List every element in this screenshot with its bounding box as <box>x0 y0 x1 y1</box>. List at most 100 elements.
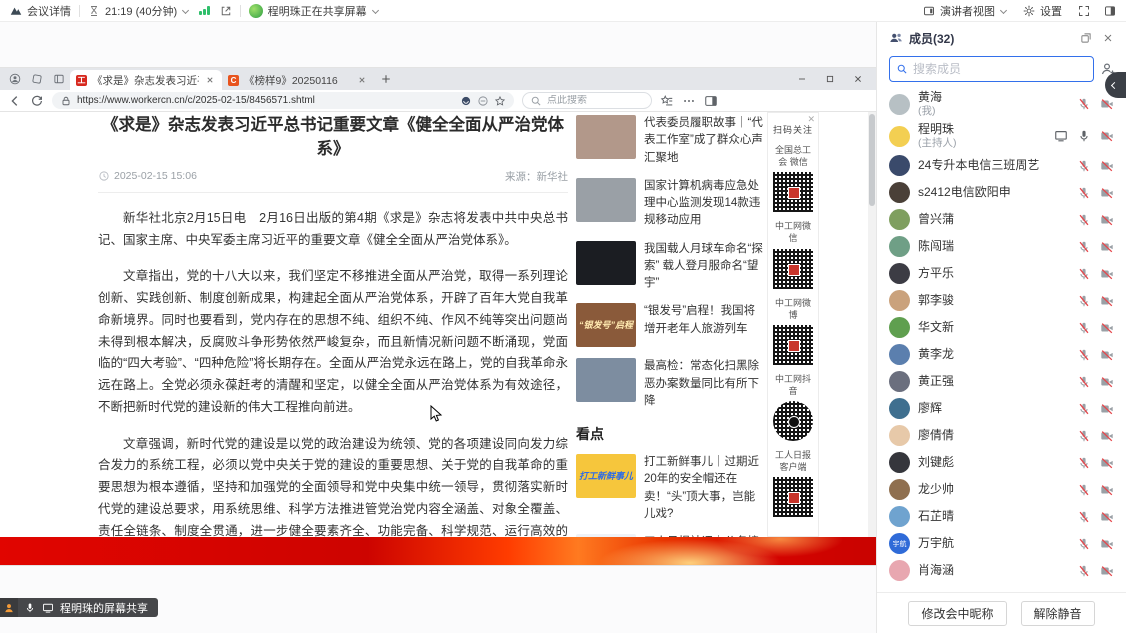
camera-off-icon[interactable] <box>1100 186 1114 200</box>
highlight-title[interactable]: 打工新鲜事儿｜过期近20年的安全帽还在卖！“头”顶大事，岂能儿戏? <box>644 454 763 523</box>
member-row[interactable]: 24专升本电信三班周艺 <box>877 152 1126 179</box>
highlight-item[interactable]: 社评 工人日报社评｜公务接待“扫码用餐”，期待新举措释放多重效应 <box>576 534 763 537</box>
camera-off-icon[interactable] <box>1100 267 1114 281</box>
news-item[interactable]: 国家计算机病毒应急处理中心监测发现14款违规移动应用 <box>576 178 763 230</box>
member-row[interactable]: 廖倩倩 <box>877 422 1126 449</box>
member-search-input[interactable] <box>913 62 1087 76</box>
member-row[interactable]: 廖辉 <box>877 395 1126 422</box>
member-row[interactable]: 陈闯瑞 <box>877 233 1126 260</box>
camera-off-icon[interactable] <box>1100 97 1114 111</box>
collections-icon[interactable] <box>660 94 674 108</box>
tab-close-icon[interactable] <box>204 74 216 86</box>
view-mode-selector[interactable]: 演讲者视图 <box>923 3 1007 19</box>
camera-off-icon[interactable] <box>1100 429 1114 443</box>
news-title[interactable]: 代表委员履职故事｜“代表工作室”成了群众心声汇聚地 <box>644 115 763 167</box>
mic-muted-icon[interactable] <box>1077 456 1091 470</box>
camera-off-icon[interactable] <box>1100 375 1114 389</box>
camera-off-icon[interactable] <box>1100 240 1114 254</box>
mic-muted-icon[interactable] <box>1077 429 1091 443</box>
browser-tab[interactable]: C 《榜样9》20250116 <box>222 70 374 90</box>
camera-off-icon[interactable] <box>1100 348 1114 362</box>
member-row[interactable]: 华文新 <box>877 314 1126 341</box>
browser-profile-icon[interactable] <box>9 73 21 85</box>
camera-off-icon[interactable] <box>1100 159 1114 173</box>
camera-off-icon[interactable] <box>1100 402 1114 416</box>
member-list[interactable]: 黄海 (我) 程明珠 (主持人) <box>877 88 1126 592</box>
fullscreen-button[interactable] <box>1078 5 1090 17</box>
camera-off-icon[interactable] <box>1100 510 1114 524</box>
url-text[interactable]: https://www.workercn.cn/c/2025-02-15/845… <box>77 95 455 106</box>
member-row[interactable]: 肖海涵 <box>877 557 1126 584</box>
quick-search-input[interactable] <box>547 95 637 106</box>
address-bar[interactable]: https://www.workercn.cn/c/2025-02-15/845… <box>52 92 514 109</box>
unmute-button[interactable]: 解除静音 <box>1021 601 1095 626</box>
network-quality[interactable] <box>199 6 210 15</box>
back-button[interactable] <box>8 94 22 108</box>
open-window-button[interactable] <box>220 5 232 17</box>
meeting-details[interactable]: 会议详情 <box>10 3 71 19</box>
camera-off-icon[interactable] <box>1100 483 1114 497</box>
camera-off-icon[interactable] <box>1100 321 1114 335</box>
maximize-button[interactable] <box>816 69 844 89</box>
member-row[interactable]: 刘键彪 <box>877 449 1126 476</box>
news-title[interactable]: 最高检：常态化扫黑除恶办案数量同比有所下降 <box>644 358 763 410</box>
scrollbar-thumb[interactable] <box>869 114 875 206</box>
mic-muted-icon[interactable] <box>1077 186 1091 200</box>
highlight-item[interactable]: 打工新鲜事儿 打工新鲜事儿｜过期近20年的安全帽还在卖！“头”顶大事，岂能儿戏? <box>576 454 763 523</box>
camera-off-icon[interactable] <box>1100 294 1114 308</box>
copilot-sidebar-icon[interactable] <box>704 94 718 108</box>
member-row[interactable]: s2412电信欧阳申 <box>877 179 1126 206</box>
mic-muted-icon[interactable] <box>1077 348 1091 362</box>
member-row[interactable]: 曾兴蒲 <box>877 206 1126 233</box>
panel-close-icon[interactable] <box>1102 32 1114 44</box>
screen-share-indicator[interactable]: 程明珠的屏幕共享 <box>0 598 158 617</box>
camera-off-icon[interactable] <box>1100 537 1114 551</box>
member-row[interactable]: 方平乐 <box>877 260 1126 287</box>
browser-tab[interactable]: 工 《求是》杂志发表习近平总书记… <box>70 70 222 90</box>
minimize-button[interactable] <box>788 69 816 89</box>
extension-icon[interactable] <box>460 95 472 107</box>
member-row[interactable]: 郭李骏 <box>877 287 1126 314</box>
mic-muted-icon[interactable] <box>1077 240 1091 254</box>
mic-muted-icon[interactable] <box>1077 321 1091 335</box>
news-item[interactable]: “银发号”启程 “银发号”启程！我国将增开老年人旅游列车 <box>576 303 763 347</box>
news-item[interactable]: 我国载人月球车命名“探索” 载人登月服命名“望宇” <box>576 241 763 293</box>
sidebar-toggle-button[interactable] <box>1104 5 1116 17</box>
mic-muted-icon[interactable] <box>1077 564 1091 578</box>
member-row[interactable]: 黄李龙 <box>877 341 1126 368</box>
mic-muted-icon[interactable] <box>1077 375 1091 389</box>
settings-button[interactable]: 设置 <box>1023 3 1062 19</box>
reading-mode-icon[interactable] <box>477 95 489 107</box>
rename-button[interactable]: 修改会中昵称 <box>908 601 1006 626</box>
meeting-timer[interactable]: 21:19 (40分钟) <box>88 3 189 19</box>
favorite-star-icon[interactable] <box>494 95 506 107</box>
news-item[interactable]: 代表委员履职故事｜“代表工作室”成了群众心声汇聚地 <box>576 115 763 167</box>
new-tab-button[interactable] <box>380 73 392 85</box>
member-row[interactable]: 黄正强 <box>877 368 1126 395</box>
page-scrollbar[interactable] <box>868 112 876 537</box>
news-title[interactable]: 我国载人月球车命名“探索” 载人登月服命名“望宇” <box>644 241 763 293</box>
member-row[interactable]: 黄海 (我) <box>877 88 1126 120</box>
member-row[interactable]: 程明珠 (主持人) <box>877 120 1126 152</box>
more-menu-icon[interactable] <box>682 94 696 108</box>
mic-muted-icon[interactable] <box>1077 294 1091 308</box>
mic-muted-icon[interactable] <box>1077 483 1091 497</box>
workspaces-icon[interactable] <box>31 73 43 85</box>
member-row[interactable]: 龙少帅 <box>877 476 1126 503</box>
mic-muted-icon[interactable] <box>1077 402 1091 416</box>
refresh-button[interactable] <box>30 94 44 108</box>
lock-icon[interactable] <box>60 95 72 107</box>
quick-search-box[interactable] <box>522 92 652 109</box>
member-row[interactable]: 石芷晴 <box>877 503 1126 530</box>
popout-icon[interactable] <box>1080 32 1092 44</box>
vertical-tabs-icon[interactable] <box>53 73 65 85</box>
member-row[interactable]: 宇航 万宇航 <box>877 530 1126 557</box>
camera-off-icon[interactable] <box>1100 213 1114 227</box>
camera-off-icon[interactable] <box>1100 129 1114 143</box>
news-title[interactable]: “银发号”启程！我国将增开老年人旅游列车 <box>644 303 763 347</box>
mic-muted-icon[interactable] <box>1077 510 1091 524</box>
screen-icon[interactable] <box>42 602 54 614</box>
sharing-status[interactable]: 程明珠正在共享屏幕 <box>249 3 379 19</box>
tab-close-icon[interactable] <box>356 74 368 86</box>
news-item[interactable]: 最高检：常态化扫黑除恶办案数量同比有所下降 <box>576 358 763 410</box>
